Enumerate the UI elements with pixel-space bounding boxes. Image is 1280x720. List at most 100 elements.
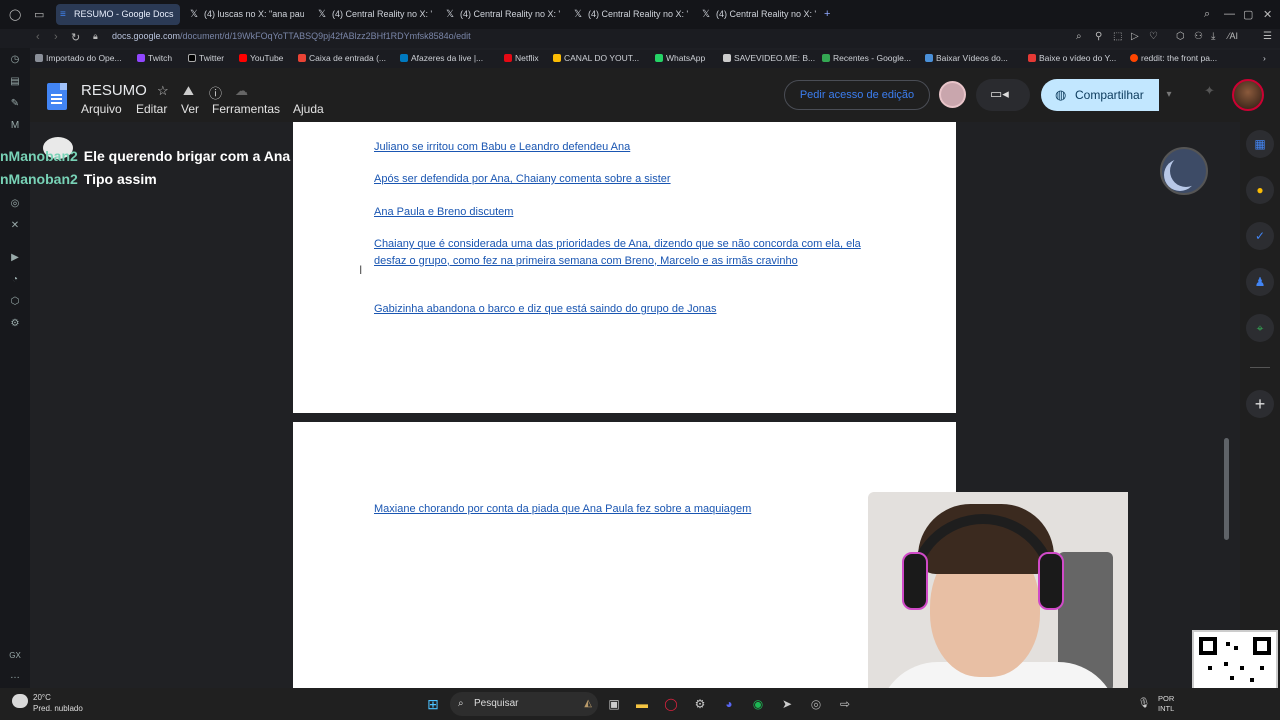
summary-link[interactable]: Ana Paula e Breno discutem (374, 204, 513, 221)
search-tabs-icon[interactable]: ⌕ (1204, 8, 1210, 21)
pinboard-icon[interactable]: ✎ (9, 98, 21, 110)
tab-x-1[interactable]: 𝕏 (4) luscas no X: "ana pau (186, 4, 304, 25)
weather-widget[interactable]: 20°C Pred. nublado (12, 692, 83, 714)
menu-editar[interactable]: Editar (136, 102, 167, 116)
menu-ferramentas[interactable]: Ferramentas (212, 102, 280, 116)
account-avatar[interactable] (1232, 79, 1264, 111)
settings-icon[interactable]: ⚙ (9, 318, 21, 330)
new-tab-icon[interactable]: + (824, 8, 830, 20)
bookmarks-more-icon[interactable]: › (1263, 53, 1266, 63)
close-icon[interactable]: ✕ (1263, 8, 1272, 21)
gmail-sidebar-icon[interactable]: M (9, 120, 21, 132)
bookmark-folder[interactable]: Importado do Ope... (35, 53, 122, 63)
document-page[interactable]: Maxiane chorando por conta da piada que … (293, 422, 956, 688)
snapshot-icon[interactable]: ⬚ (1113, 31, 1122, 42)
opera-gx-icon[interactable]: ◯ (663, 696, 679, 712)
obs-icon[interactable]: ◎ (808, 696, 824, 712)
bookmark-youtube[interactable]: YouTube (239, 53, 283, 63)
heart-icon[interactable]: ♡ (1149, 31, 1158, 42)
scrollbar-thumb[interactable] (1224, 438, 1229, 540)
spotify-icon[interactable]: ◉ (750, 696, 766, 712)
contacts-icon[interactable]: ♟ (1246, 268, 1274, 296)
move-to-drive-icon[interactable]: ⛰ (183, 83, 194, 99)
bookmark-savevideo[interactable]: SAVEVIDEO.ME: B... (723, 53, 815, 63)
menu-ajuda[interactable]: Ajuda (293, 102, 324, 116)
share-button[interactable]: ◍ Compartilhar (1041, 79, 1159, 111)
ai-icon[interactable]: ⁄AI (1228, 31, 1238, 41)
summary-link[interactable]: Maxiane chorando por conta da piada que … (374, 501, 751, 518)
bookmark-twitter[interactable]: Twitter (188, 53, 224, 63)
extensions-icon[interactable]: ⬡ (1176, 31, 1185, 42)
bookmark-whatsapp[interactable]: WhatsApp (655, 53, 705, 63)
maps-icon[interactable]: ⌖ (1246, 314, 1274, 342)
pin-icon[interactable]: ⚲ (1095, 31, 1102, 42)
summary-link[interactable]: Após ser defendida por Ana, Chaiany come… (374, 171, 671, 188)
tab-x-2[interactable]: 𝕏 (4) Central Reality no X: " (314, 4, 432, 25)
task-view-icon[interactable]: ▣ (606, 696, 622, 712)
bookmark-twitch[interactable]: Twitch (137, 53, 172, 63)
info-icon[interactable]: ⓘ (209, 83, 222, 102)
bookmark-baixar[interactable]: Baixar Vídeos do... (925, 53, 1008, 63)
tab-x-5[interactable]: 𝕏 (4) Central Reality no X: " (698, 4, 816, 25)
tasks-icon[interactable]: ✓ (1246, 222, 1274, 250)
address-bar[interactable]: ‹ › ↻ 🔒︎ docs.google.com/document/d/19Wk… (0, 29, 1280, 48)
reload-icon[interactable]: ↻ (71, 31, 80, 44)
bookmark-google-drive[interactable]: Recentes - Google... (822, 53, 911, 63)
bookmark-netflix[interactable]: Netflix (504, 53, 539, 63)
calendar-icon[interactable]: ▦ (1246, 130, 1274, 158)
player-sidebar-icon[interactable]: ▶ (9, 252, 21, 264)
tab-resumo-docs[interactable]: ≡ RESUMO - Google Docs (56, 4, 180, 25)
request-edit-button[interactable]: Pedir acesso de edição (784, 80, 930, 110)
microphone-icon[interactable]: 🎙︎ (1136, 696, 1152, 712)
zoom-icon[interactable]: ⌕ (1076, 31, 1082, 42)
bookmark-gmail[interactable]: Caixa de entrada (... (298, 53, 386, 63)
speed-dial-icon[interactable]: ◷ (9, 54, 21, 66)
taskbar-search[interactable]: ⌕ Pesquisar ◭ (450, 692, 598, 716)
doc-title[interactable]: RESUMO (81, 82, 147, 99)
bookmark-baixe[interactable]: Baixe o vídeo do Y... (1028, 53, 1116, 63)
url-text[interactable]: docs.google.com/document/d/19WkFOqYoTTAB… (112, 31, 471, 41)
language-indicator[interactable]: POR INTL (1158, 694, 1174, 714)
summary-link[interactable]: Chaiany que é considerada uma das priori… (374, 236, 879, 269)
opera-logo-icon[interactable]: ◯ (9, 8, 21, 21)
gx-icon[interactable]: GX (9, 650, 21, 662)
tab-x-3[interactable]: 𝕏 (4) Central Reality no X: " (442, 4, 560, 25)
menu-ver[interactable]: Ver (181, 102, 199, 116)
bookmark-trello[interactable]: Afazeres da live |... (400, 53, 483, 63)
menu-arquivo[interactable]: Arquivo (81, 102, 122, 116)
workspaces-icon[interactable]: ▭ (34, 8, 44, 21)
settings-taskbar-icon[interactable]: ⚙ (692, 696, 708, 712)
docs-logo-icon[interactable] (47, 83, 67, 110)
download-icon[interactable]: ⤓ (1211, 31, 1215, 42)
meet-button[interactable]: ▭◂ (976, 79, 1030, 111)
summary-link[interactable]: Juliano se irritou com Babu e Leandro de… (374, 139, 630, 156)
gemini-icon[interactable]: ✦ (1204, 83, 1215, 99)
steam-icon[interactable]: ➤ (779, 696, 795, 712)
share-dropdown-icon[interactable]: ▾ (1159, 79, 1179, 111)
add-addon-icon[interactable]: + (1246, 390, 1274, 418)
player-icon[interactable]: ▷ (1131, 31, 1139, 42)
document-page[interactable]: Juliano se irritou com Babu e Leandro de… (293, 122, 956, 413)
x-sidebar-icon[interactable]: ✕ (9, 220, 21, 232)
profile-icon[interactable]: ⚇ (1194, 31, 1203, 42)
file-explorer-icon[interactable]: ▬ (634, 696, 650, 712)
user-avatar[interactable] (939, 81, 966, 108)
maximize-icon[interactable]: ▢ (1243, 8, 1253, 21)
back-icon[interactable]: ‹ (36, 31, 40, 43)
forward-icon[interactable]: › (54, 31, 58, 43)
discord-icon[interactable]: ◕ (721, 696, 737, 712)
bookmark-drive[interactable]: CANAL DO YOUT... (553, 53, 639, 63)
summary-link[interactable]: Gabizinha abandona o barco e diz que est… (374, 301, 716, 318)
extensions-sidebar-icon[interactable]: ⬡ (9, 296, 21, 308)
app-icon[interactable]: ⇨ (837, 696, 853, 712)
wallet-icon[interactable]: ▤ (9, 76, 21, 88)
windows-start-icon[interactable]: ⊞ (425, 696, 441, 712)
minimize-icon[interactable]: — (1224, 8, 1235, 20)
tab-x-4[interactable]: 𝕏 (4) Central Reality no X: " (570, 4, 688, 25)
menu-icon[interactable]: ☰ (1263, 31, 1272, 42)
history-icon[interactable]: ◔ (9, 274, 21, 286)
more-icon[interactable]: … (9, 670, 21, 682)
keep-icon[interactable]: ● (1246, 176, 1274, 204)
star-icon[interactable]: ☆ (157, 83, 169, 99)
bookmark-reddit[interactable]: reddit: the front pa... (1130, 53, 1217, 63)
